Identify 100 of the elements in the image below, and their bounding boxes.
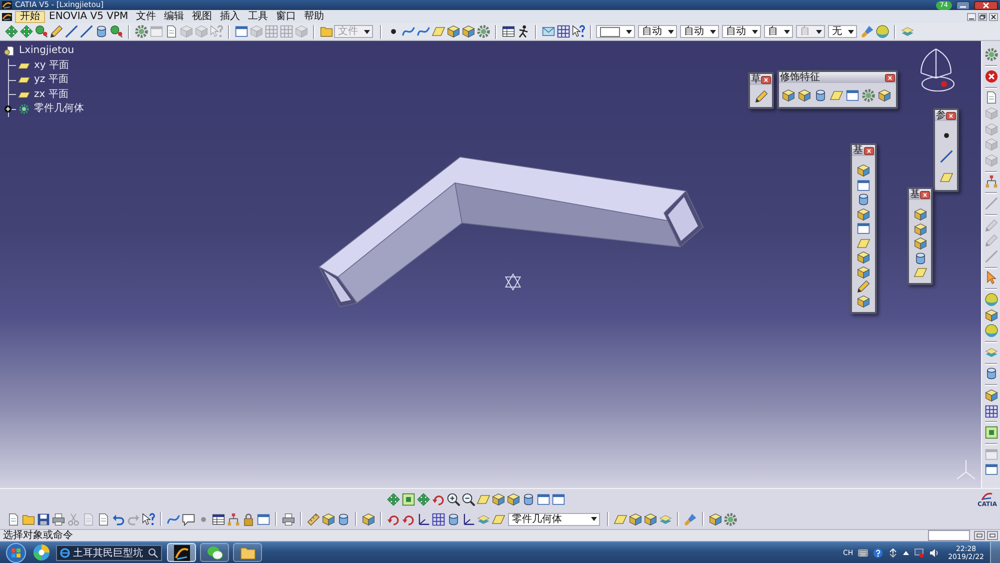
up-caret-icon[interactable]: [903, 550, 910, 554]
cube-icon[interactable]: [644, 512, 657, 526]
undo-icon[interactable]: [112, 512, 125, 526]
cube-icon[interactable]: [492, 492, 505, 506]
grid-icon[interactable]: [557, 25, 570, 38]
window-icon[interactable]: [537, 492, 550, 506]
monitor-icon[interactable]: [914, 548, 924, 558]
window-icon[interactable]: [235, 25, 248, 38]
pencil-icon[interactable]: [857, 280, 870, 293]
page-icon[interactable]: [97, 512, 110, 526]
pin-icon[interactable]: [110, 25, 123, 38]
close-icon[interactable]: [946, 112, 956, 120]
toolbar-title-bar[interactable]: 基: [909, 189, 931, 200]
dropdown[interactable]: 自动: [722, 25, 761, 38]
keyboard-icon[interactable]: [858, 548, 868, 558]
menu-item[interactable]: 文件: [132, 10, 160, 22]
cylinder-icon[interactable]: [522, 492, 535, 506]
cube-icon[interactable]: [914, 222, 926, 236]
gear-icon[interactable]: [862, 89, 875, 102]
cylinder-icon[interactable]: [447, 512, 460, 526]
cube-icon[interactable]: [984, 388, 998, 402]
page-icon[interactable]: [7, 512, 20, 526]
window-icon[interactable]: [984, 463, 998, 476]
window-icon[interactable]: [552, 492, 565, 506]
pin-icon[interactable]: [35, 25, 48, 38]
speech-bubble-icon[interactable]: [182, 512, 195, 526]
cube-icon[interactable]: [857, 294, 870, 308]
menu-item[interactable]: 视图: [188, 10, 216, 22]
grid-icon[interactable]: [984, 404, 998, 418]
gear-icon[interactable]: [477, 25, 490, 38]
cube-icon[interactable]: [984, 308, 998, 322]
envelope-icon[interactable]: [542, 25, 555, 38]
tree-item-label[interactable]: xy 平面: [34, 58, 70, 73]
folder-icon[interactable]: [22, 512, 35, 526]
zoom-in-icon[interactable]: [447, 492, 460, 506]
cylinder-icon[interactable]: [814, 89, 827, 102]
dropdown[interactable]: 零件几何体: [508, 512, 600, 526]
plane-icon[interactable]: [914, 266, 926, 279]
show-desktop-button[interactable]: [990, 542, 1000, 563]
plane-icon[interactable]: [477, 492, 490, 506]
cube-icon[interactable]: [914, 208, 926, 221]
sphere-icon[interactable]: [876, 25, 889, 38]
taskbar-button[interactable]: [200, 543, 229, 562]
cube-icon[interactable]: [857, 164, 870, 177]
cube-icon[interactable]: [709, 512, 722, 526]
cube-icon[interactable]: [914, 237, 926, 250]
pointer-icon[interactable]: [984, 271, 998, 284]
ruler-icon[interactable]: [307, 512, 320, 526]
cube-icon[interactable]: [362, 512, 375, 526]
minimize-icon[interactable]: [956, 0, 970, 10]
line-color-dropdown[interactable]: [596, 25, 635, 38]
layers-icon[interactable]: [659, 512, 672, 526]
curve-icon[interactable]: [167, 512, 180, 526]
line-icon[interactable]: [65, 25, 78, 38]
dropdown[interactable]: 自动: [680, 25, 719, 38]
close-icon[interactable]: [864, 146, 874, 154]
cylinder-icon[interactable]: [914, 252, 926, 264]
rotate-icon[interactable]: [402, 512, 415, 526]
plane-icon[interactable]: [432, 25, 445, 38]
cube-icon[interactable]: [462, 25, 475, 38]
layers-icon[interactable]: [901, 25, 914, 38]
folder-icon[interactable]: [320, 25, 333, 38]
window-icon[interactable]: [974, 531, 985, 540]
close-icon[interactable]: [989, 12, 998, 20]
move-arrows-icon[interactable]: [5, 25, 18, 38]
tree-root-label[interactable]: Lxingjietou: [19, 44, 74, 58]
window-icon[interactable]: [857, 178, 870, 192]
rotate-icon[interactable]: [387, 512, 400, 526]
tree-item-label[interactable]: 零件几何体: [34, 102, 84, 116]
brush-icon[interactable]: [684, 512, 697, 526]
cube-icon[interactable]: [629, 512, 642, 526]
window-icon[interactable]: [257, 512, 270, 526]
menu-item[interactable]: 帮助: [300, 10, 328, 22]
cube-icon[interactable]: [878, 89, 891, 102]
move-arrows-icon[interactable]: [387, 492, 400, 506]
figure-icon[interactable]: [517, 25, 530, 38]
toolbar-title-bar[interactable]: 修饰特征: [779, 72, 896, 83]
close-icon[interactable]: [885, 74, 895, 82]
close-icon[interactable]: [920, 190, 930, 198]
help-circle-icon[interactable]: [873, 548, 884, 558]
axis-icon[interactable]: [462, 512, 475, 526]
tree-diagram-icon[interactable]: [227, 512, 240, 526]
command-input-field[interactable]: [928, 530, 970, 541]
plane-icon[interactable]: [940, 171, 952, 184]
sphere-icon[interactable]: [984, 324, 998, 338]
printer-icon[interactable]: [282, 512, 295, 526]
cube-icon[interactable]: [447, 25, 460, 38]
cube-icon[interactable]: [857, 266, 870, 278]
table-icon[interactable]: [212, 512, 225, 526]
window-icon[interactable]: [846, 89, 859, 102]
fit-all-icon[interactable]: [984, 426, 998, 440]
line-icon[interactable]: [80, 25, 93, 38]
tree-diagram-icon[interactable]: [984, 175, 998, 188]
toolbar-title-bar[interactable]: 草: [750, 74, 772, 85]
cylinder-icon[interactable]: [984, 367, 998, 380]
dropdown[interactable]: 自动: [638, 25, 677, 38]
dropdown[interactable]: 自: [764, 25, 793, 38]
start-orb-icon[interactable]: [6, 542, 26, 562]
plane-icon[interactable]: [830, 89, 843, 102]
move-arrows-icon[interactable]: [20, 25, 33, 38]
